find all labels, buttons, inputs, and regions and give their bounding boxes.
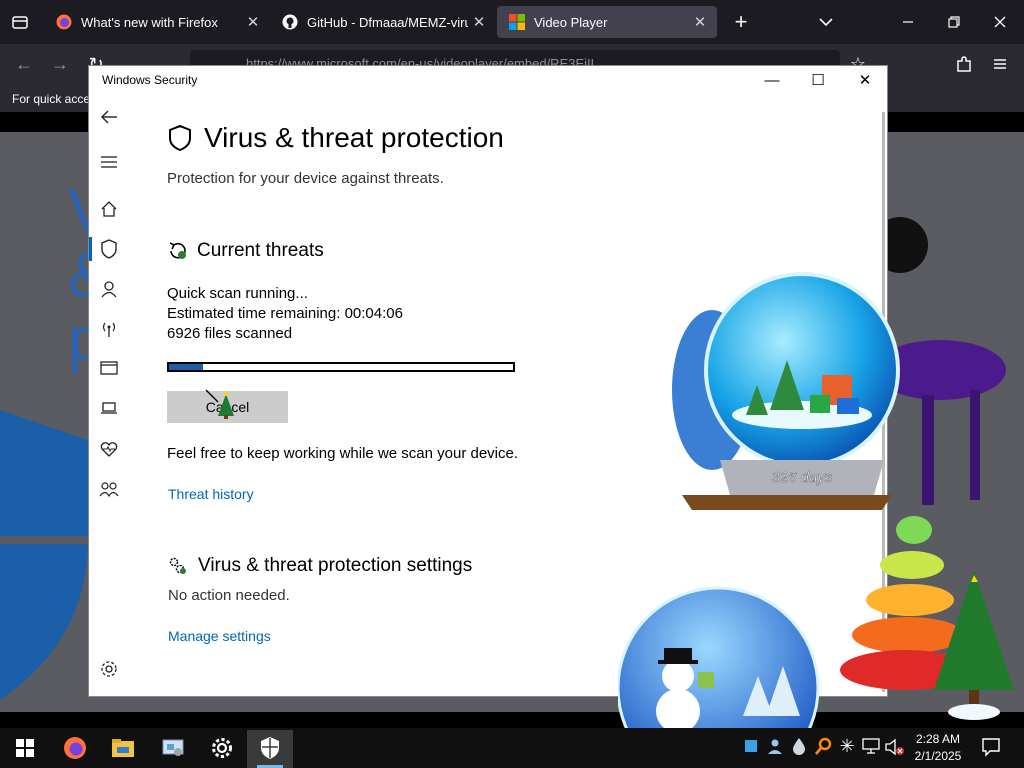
files-scanned: 6926 files scanned [167,325,292,342]
tab-title: What's new with Firefox [81,14,218,30]
current-threats-heading: Current threats [197,240,324,261]
extensions-icon[interactable] [952,52,976,76]
restore-browser-icon[interactable] [942,10,966,34]
keep-working-text: Feel free to keep working while we scan … [167,445,519,462]
tray-snowflake-icon[interactable]: ✳ [838,736,856,756]
app-browser-control-icon[interactable] [98,357,120,379]
files-scanned-label: files scanned [204,325,293,342]
tray-user-icon[interactable] [766,737,784,755]
clock-time: 2:28 AM [915,732,961,746]
tab-title: Video Player [534,14,608,30]
settings-heading: Virus & threat protection settings [198,555,473,576]
snow-globe-snowman [616,586,822,768]
maximize-window-icon[interactable]: ☐ [795,70,841,92]
control-panel-icon[interactable] [158,733,188,763]
settings-gear-taskbar-icon[interactable] [207,733,237,763]
taskbar-clock[interactable]: 2:28 AM 2/1/2025 [906,731,970,765]
tab-title: GitHub - Dfmaaa/MEMZ-virus: [307,14,468,30]
forward-arrow-icon[interactable]: → [48,52,72,76]
settings-gear-icon[interactable] [98,658,120,680]
back-arrow-icon[interactable]: ← [12,52,36,76]
tray-drop-icon[interactable] [792,737,806,755]
tray-square-icon[interactable] [745,740,757,752]
windows-security-taskbar-icon[interactable] [255,733,285,763]
page-subtitle: Protection for your device against threa… [167,170,444,187]
manage-settings-link[interactable]: Manage settings [168,628,271,644]
tray-network-icon[interactable] [862,738,880,754]
account-person-icon[interactable] [98,278,120,300]
shield-title-icon [167,124,193,152]
clock-date: 2/1/2025 [914,749,962,763]
close-tab-icon[interactable]: ✕ [468,13,490,31]
spiral-christmas-tree [834,490,1024,726]
chevron-down-icon[interactable] [814,10,838,34]
health-heart-icon[interactable] [98,438,120,460]
tab-firefox-whats-new[interactable]: What's new with Firefox ✕ [44,6,270,38]
window-title: Windows Security [102,73,198,87]
tab-github[interactable]: GitHub - Dfmaaa/MEMZ-virus: ✕ [270,6,496,38]
close-tab-icon[interactable]: ✕ [689,13,711,31]
firefox-icon [56,14,72,30]
back-arrow-icon[interactable] [98,106,120,128]
minimize-browser-icon[interactable] [896,10,920,34]
tab-video-player[interactable]: Video Player ✕ [497,6,717,38]
scan-progress-bar [167,362,515,372]
network-antenna-icon[interactable] [98,318,120,340]
tab-list-icon[interactable] [10,12,30,32]
hamburger-menu-icon[interactable] [98,151,120,173]
scan-status: Quick scan running... [167,285,308,302]
close-tab-icon[interactable]: ✕ [242,13,264,31]
github-icon [282,14,298,30]
sidebar-selection-indicator [89,237,92,261]
close-browser-icon[interactable] [988,10,1012,34]
settings-gears-icon [167,555,189,577]
close-window-icon[interactable]: ✕ [842,70,888,92]
time-remaining-value: 00:04:06 [344,305,403,322]
scan-refresh-icon [167,240,189,262]
home-icon[interactable] [98,198,120,220]
notifications-icon[interactable] [981,737,1001,757]
windows-logo-icon [509,14,525,30]
page-title: Virus & threat protection [204,122,504,153]
globe-days-label: 326 days [772,469,833,486]
minimize-window-icon[interactable]: — [749,70,795,92]
shield-graphic [0,400,100,710]
new-tab-icon[interactable]: + [729,10,753,34]
shield-icon[interactable] [98,238,120,260]
time-remaining: Estimated time remaining: 00:04:06 [167,305,403,322]
start-windows-icon[interactable] [10,733,40,763]
time-remaining-label: Estimated time remaining: [167,305,341,322]
files-scanned-count: 6926 [167,325,201,342]
tray-search-icon[interactable] [815,737,833,755]
tray-volume-muted-icon[interactable] [885,738,905,756]
settings-status: No action needed. [168,587,290,604]
threat-history-link[interactable]: Threat history [168,486,254,502]
christmas-tree-cursor-icon [204,388,238,420]
file-explorer-icon[interactable] [108,733,138,763]
family-options-icon[interactable] [98,479,120,501]
scan-progress-fill [169,364,204,370]
laptop-device-icon[interactable] [98,397,120,419]
firefox-taskbar-icon[interactable] [60,733,90,763]
menu-icon[interactable] [988,52,1012,76]
